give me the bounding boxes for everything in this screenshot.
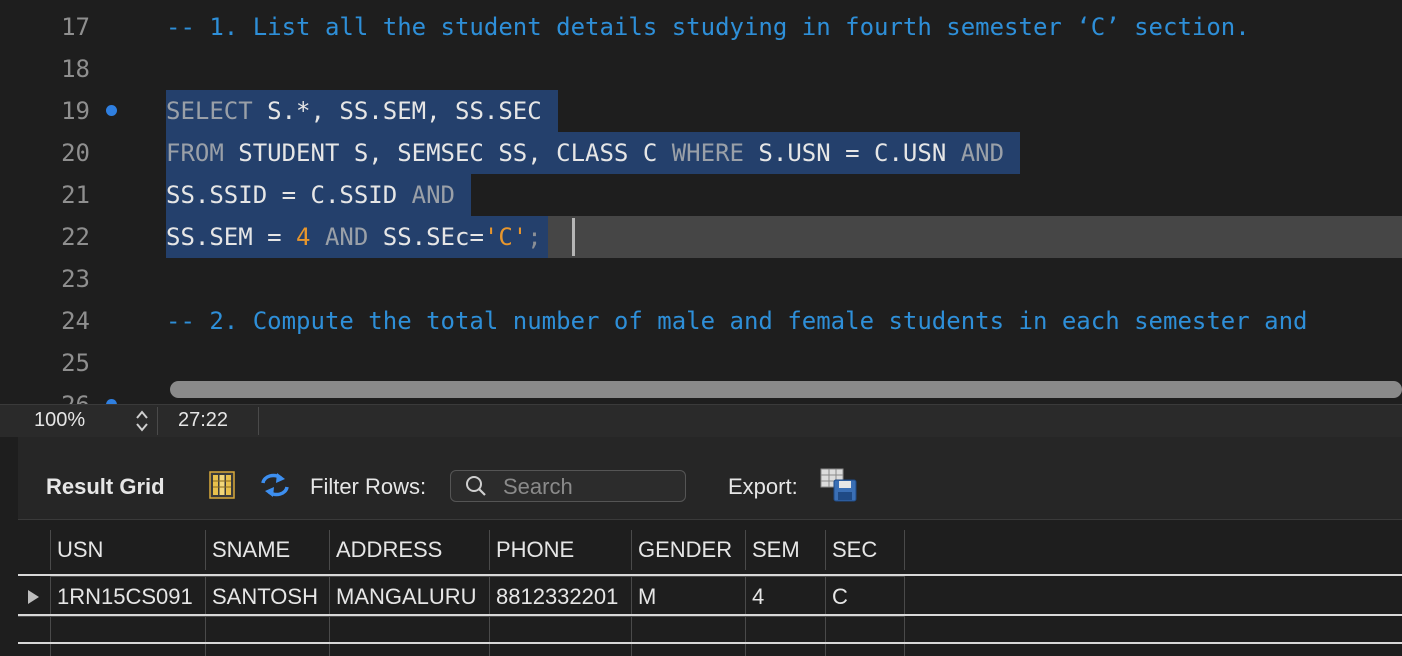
empty-row-cell[interactable] [18, 616, 50, 656]
grid-cell[interactable]: SANTOSH [205, 576, 329, 616]
line-number: 19 [61, 97, 90, 125]
empty-row-cell[interactable] [50, 616, 205, 656]
editor-status-bar: 100% 27:22 [0, 404, 1402, 437]
sql-select-line: SELECT S.*, SS.SEM, SS.SEC [166, 90, 558, 132]
line-number: 23 [61, 265, 90, 293]
column-header-sem[interactable]: SEM [745, 530, 825, 570]
code-line-19: 19 SELECT S.*, SS.SEM, SS.SEC [0, 90, 1402, 132]
line-number: 18 [61, 55, 90, 83]
zoom-stepper-icon[interactable] [133, 408, 151, 434]
sql-keyword: FROM [166, 139, 224, 167]
grid-cell[interactable]: 4 [745, 576, 825, 616]
grid-cell[interactable]: MANGALURU [329, 576, 489, 616]
result-panel: Result Grid Filter Rows: Search Export: … [18, 437, 1402, 656]
sql-comment: -- 2. Compute the total number of male a… [166, 307, 1308, 335]
sql-keyword: AND [411, 181, 455, 209]
divider [258, 407, 259, 435]
sql-semicolon: ; [527, 223, 542, 251]
sql-keyword: WHERE [671, 139, 744, 167]
code-line-21: 21 SS.SSID = C.SSID AND [0, 174, 1402, 216]
horizontal-scrollbar-thumb[interactable] [170, 381, 1402, 398]
grid-cell[interactable]: C [825, 576, 905, 616]
zoom-level: 100% [34, 409, 86, 431]
column-header-usn[interactable]: USN [50, 530, 205, 570]
sql-comment: -- 1. List all the student details study… [166, 13, 1250, 41]
sql-from-line: FROM STUDENT S, SEMSEC SS, CLASS C WHERE… [166, 132, 1021, 174]
empty-row-cell[interactable] [825, 616, 905, 656]
code-line-22: 22 SS.SEM = 4 AND SS.SEc='C'; [0, 216, 1402, 258]
line-number: 21 [61, 181, 90, 209]
sql-columns: S.*, SS.SEM, SS.SEC [252, 97, 542, 125]
search-icon [465, 475, 487, 502]
result-grid[interactable]: USN SNAME ADDRESS PHONE GENDER SEM SEC 1… [18, 519, 1402, 656]
empty-row-cell[interactable] [631, 616, 745, 656]
grid-view-icon[interactable] [209, 471, 235, 504]
export-save-icon[interactable] [820, 468, 858, 507]
sql-keyword: SELECT [166, 97, 253, 125]
grid-cell[interactable]: 1RN15CS091 [50, 576, 205, 616]
line-number: 17 [61, 13, 90, 41]
sql-condition: S.USN = C.USN [743, 139, 961, 167]
code-line-20: 20 FROM STUDENT S, SEMSEC SS, CLASS C WH… [0, 132, 1402, 174]
code-line-17: 17 -- 1. List all the student details st… [0, 6, 1402, 48]
search-input[interactable] [501, 474, 681, 500]
column-header-address[interactable]: ADDRESS [329, 530, 489, 570]
result-grid-tab[interactable]: Result Grid [46, 474, 165, 500]
sql-keyword: AND [310, 223, 383, 251]
sql-number: 4 [296, 223, 311, 251]
line-number: 24 [61, 307, 90, 335]
refresh-icon[interactable] [258, 470, 292, 505]
column-header-phone[interactable]: PHONE [489, 530, 631, 570]
column-header-sname[interactable]: SNAME [205, 530, 329, 570]
line-number: 20 [61, 139, 90, 167]
line-number: 22 [61, 223, 90, 251]
result-area: Result Grid Filter Rows: Search Export: … [0, 437, 1402, 656]
filter-rows-label: Filter Rows: [310, 474, 427, 499]
sql-condition: SS.SEc= [382, 223, 484, 251]
sql-condition-line: SS.SSID = C.SSID AND [166, 174, 471, 216]
grid-cell[interactable]: M [631, 576, 745, 616]
cursor-position: 27:22 [178, 409, 229, 431]
sql-condition-line: SS.SEM = 4 AND SS.SEc='C'; [166, 216, 548, 258]
sql-condition: SS.SSID = C.SSID [166, 181, 412, 209]
empty-row-cell[interactable] [489, 616, 631, 656]
code-line-18: 18 [0, 48, 1402, 90]
line-number: 26 [0, 384, 90, 404]
sql-tables: STUDENT S, SEMSEC SS, CLASS C [223, 139, 672, 167]
divider [157, 407, 158, 435]
export-label: Export: [728, 474, 798, 499]
sql-string: 'C' [483, 223, 528, 251]
sql-editor[interactable]: 17 -- 1. List all the student details st… [0, 0, 1402, 404]
empty-row-cell[interactable] [205, 616, 329, 656]
sql-keyword: AND [960, 139, 1005, 167]
code-line-24: 24 -- 2. Compute the total number of mal… [0, 300, 1402, 342]
column-header-gender[interactable]: GENDER [631, 530, 745, 570]
column-header-sec[interactable]: SEC [825, 530, 905, 570]
breakpoint-dot-icon[interactable] [106, 105, 117, 116]
row-pointer-icon [26, 589, 40, 610]
filter-search-box[interactable] [450, 470, 686, 502]
grid-cell[interactable]: 8812332201 [489, 576, 631, 616]
empty-row-cell[interactable] [745, 616, 825, 656]
text-caret [572, 218, 575, 256]
line-number: 25 [61, 349, 90, 377]
code-line-23: 23 [0, 258, 1402, 300]
empty-row-cell[interactable] [329, 616, 489, 656]
sql-condition: SS.SEM = [166, 223, 297, 251]
